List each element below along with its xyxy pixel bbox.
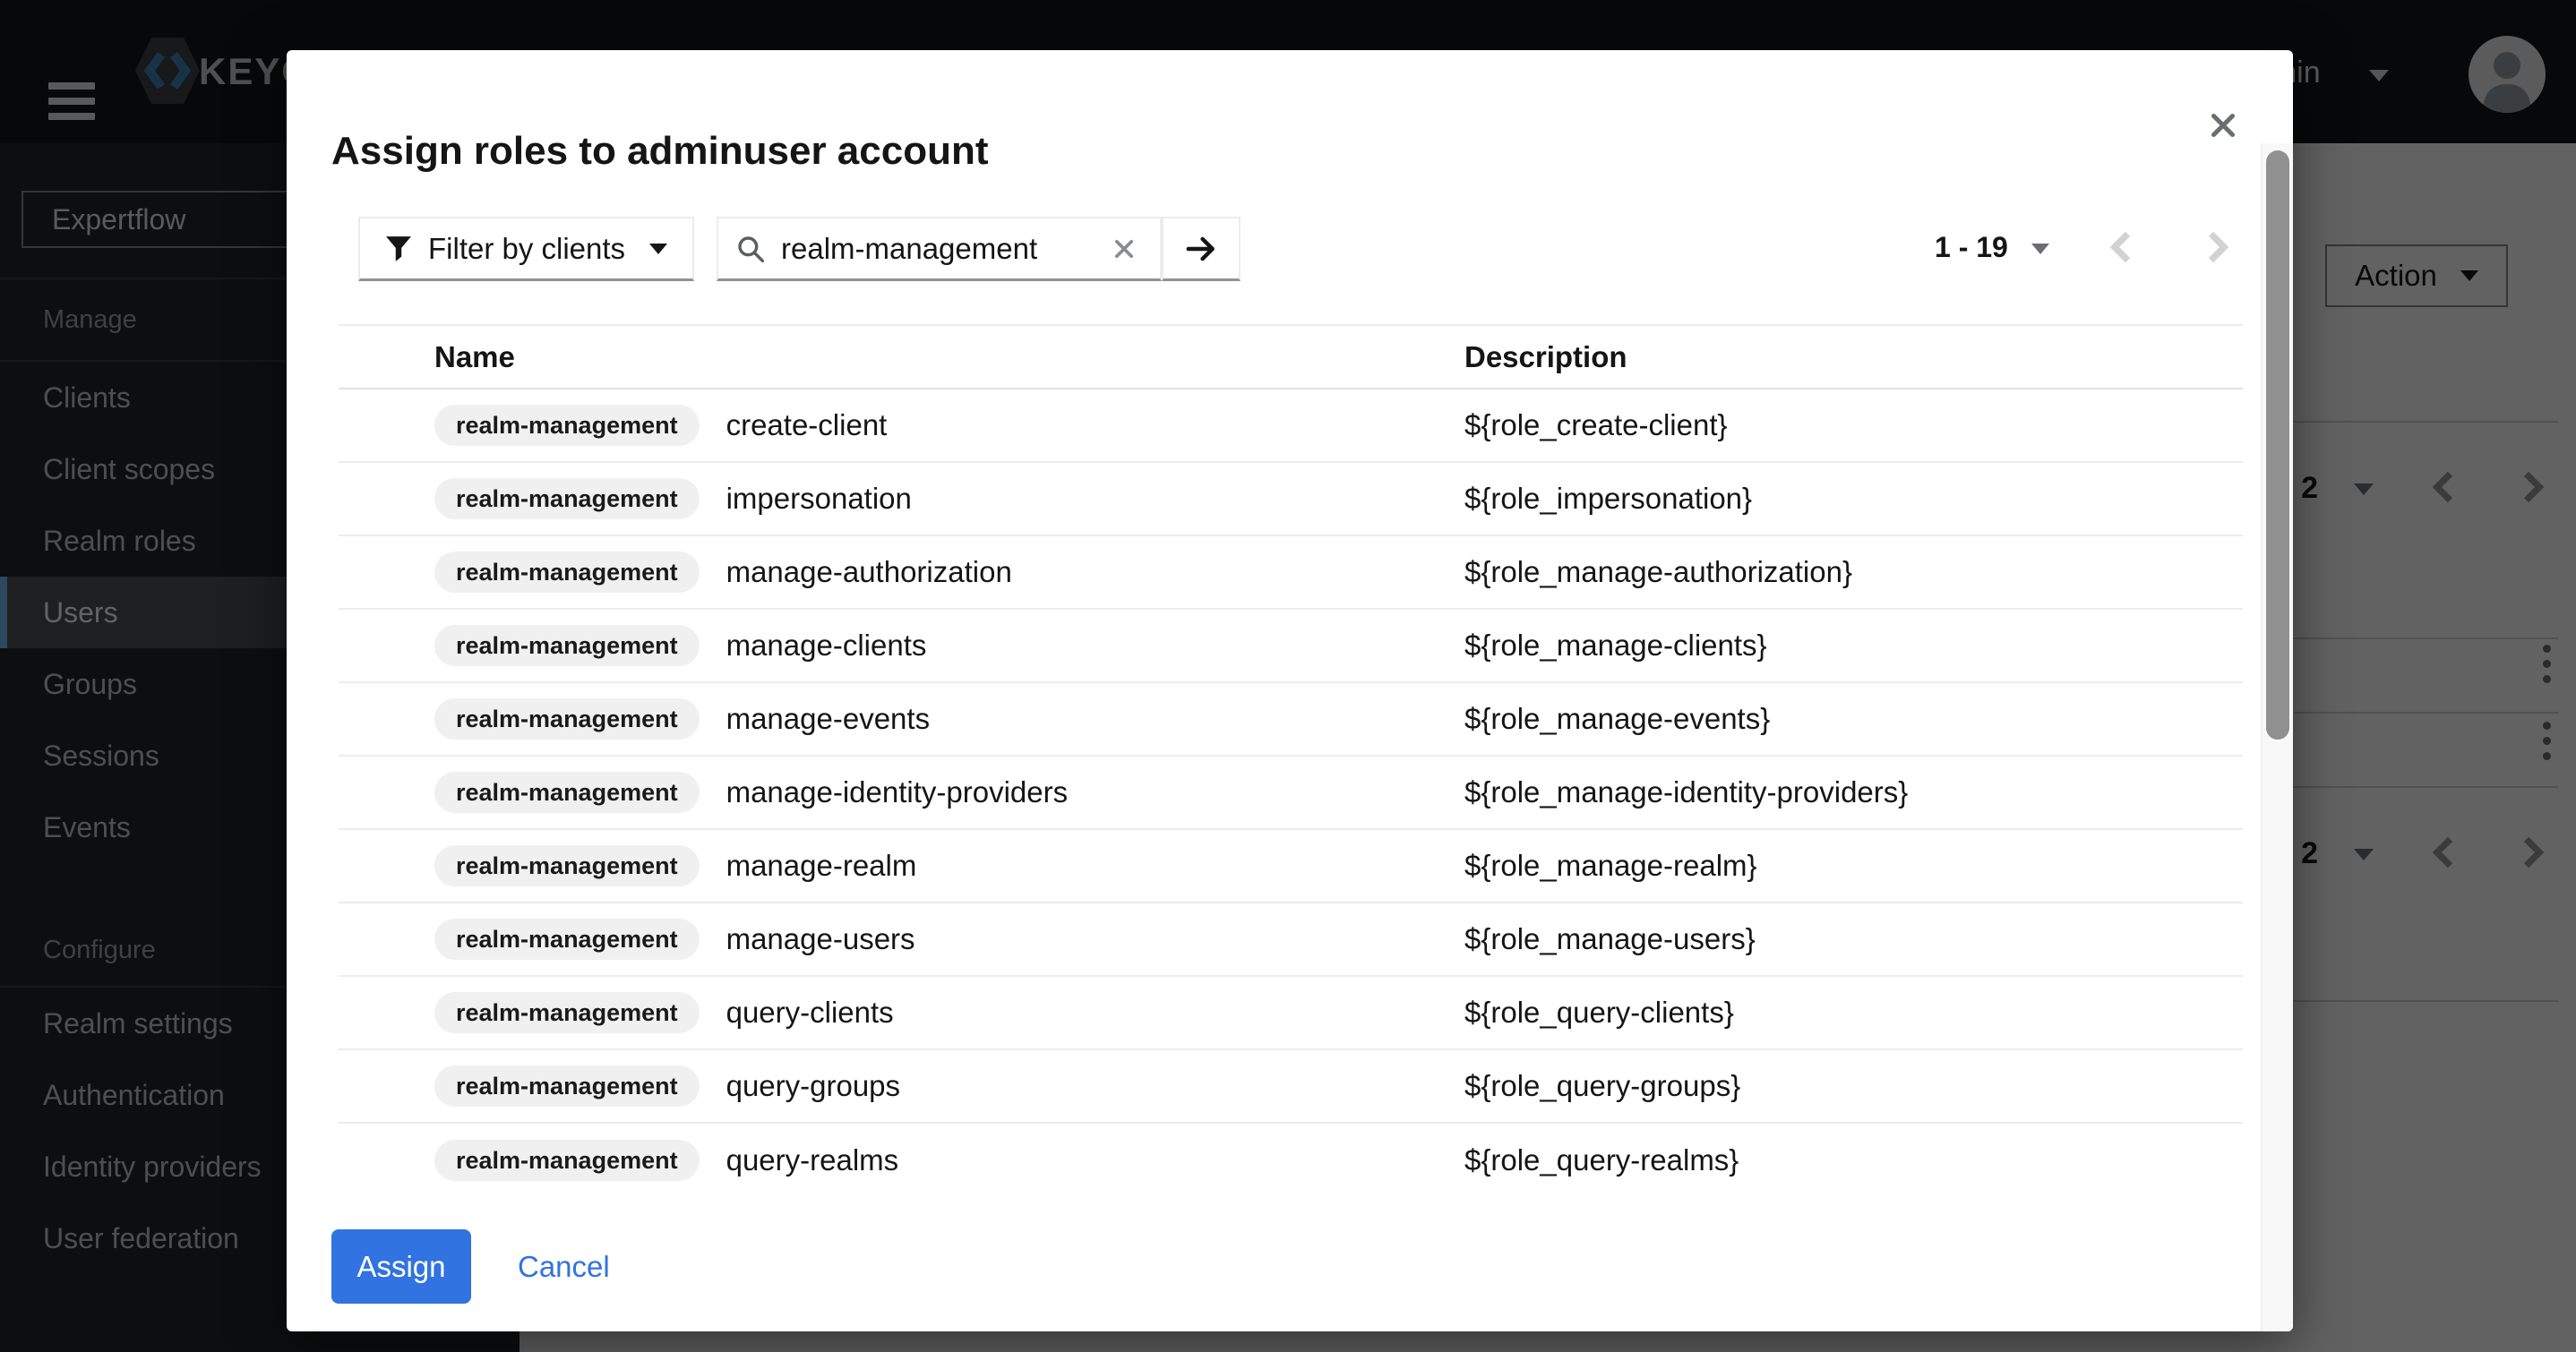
chevron-down-icon bbox=[2031, 244, 2049, 254]
filter-by-clients-dropdown[interactable]: Filter by clients bbox=[358, 217, 694, 281]
table-row: realm-management manage-identity-provide… bbox=[339, 757, 2243, 830]
column-header-name: Name bbox=[419, 340, 1464, 374]
role-name: manage-identity-providers bbox=[726, 775, 1069, 809]
table-row: realm-management create-client ${role_cr… bbox=[339, 389, 2243, 463]
table-row: realm-management query-clients ${role_qu… bbox=[339, 977, 2243, 1050]
client-badge: realm-management bbox=[434, 1140, 700, 1181]
search-submit-arrow-button[interactable] bbox=[1162, 217, 1241, 281]
role-description: ${role_manage-users} bbox=[1464, 922, 2243, 956]
role-name: manage-users bbox=[726, 922, 915, 956]
search-input[interactable] bbox=[779, 231, 1052, 267]
role-name: create-client bbox=[726, 408, 888, 442]
previous-page-button[interactable] bbox=[2103, 227, 2142, 267]
role-description: ${role_manage-clients} bbox=[1464, 629, 2243, 663]
role-name: manage-events bbox=[726, 702, 930, 736]
role-description: ${role_query-realms} bbox=[1464, 1143, 2243, 1177]
close-icon[interactable] bbox=[2202, 104, 2245, 147]
table-row: realm-management query-realms ${role_que… bbox=[339, 1124, 2243, 1197]
table-row: realm-management manage-events ${role_ma… bbox=[339, 683, 2243, 757]
search-icon bbox=[736, 235, 765, 263]
modal-pagination: 1 - 19 bbox=[1899, 217, 2257, 281]
keycloak-admin-screen: KEYCLOAK admin Expertflow Manage bbox=[0, 0, 2576, 1352]
assign-button[interactable]: Assign bbox=[331, 1229, 471, 1304]
role-name: query-clients bbox=[726, 996, 894, 1030]
client-badge: realm-management bbox=[434, 698, 700, 740]
roles-table-header: Name Description bbox=[339, 324, 2243, 389]
table-row: realm-management impersonation ${role_im… bbox=[339, 463, 2243, 536]
client-badge: realm-management bbox=[434, 625, 700, 666]
cancel-button[interactable]: Cancel bbox=[512, 1249, 615, 1285]
next-page-button[interactable] bbox=[2196, 227, 2236, 267]
role-name: manage-realm bbox=[726, 849, 917, 883]
modal-scrollbar-track bbox=[2261, 143, 2293, 1331]
table-row: realm-management query-groups ${role_que… bbox=[339, 1050, 2243, 1124]
filter-funnel-icon bbox=[385, 235, 412, 262]
client-badge: realm-management bbox=[434, 919, 700, 960]
role-description: ${role_manage-realm} bbox=[1464, 849, 2243, 883]
column-header-description: Description bbox=[1464, 340, 2243, 374]
role-name: manage-clients bbox=[726, 629, 927, 663]
table-row: realm-management manage-realm ${role_man… bbox=[339, 830, 2243, 903]
role-description: ${role_query-groups} bbox=[1464, 1069, 2243, 1103]
arrow-right-icon bbox=[1184, 232, 1218, 266]
client-badge: realm-management bbox=[434, 772, 700, 813]
filter-dropdown-label: Filter by clients bbox=[428, 232, 631, 266]
role-description: ${role_manage-identity-providers} bbox=[1464, 775, 2243, 809]
search-box bbox=[717, 217, 1162, 281]
role-description: ${role_manage-authorization} bbox=[1464, 555, 2243, 589]
roles-table-body: realm-management create-client ${role_cr… bbox=[339, 389, 2243, 1197]
client-badge: realm-management bbox=[434, 992, 700, 1033]
client-badge: realm-management bbox=[434, 845, 700, 886]
client-badge: realm-management bbox=[434, 478, 700, 519]
client-badge: realm-management bbox=[434, 552, 700, 593]
client-badge: realm-management bbox=[434, 405, 700, 446]
role-description: ${role_create-client} bbox=[1464, 408, 2243, 442]
table-row: realm-management manage-clients ${role_m… bbox=[339, 610, 2243, 683]
modal-title: Assign roles to adminuser account bbox=[331, 128, 989, 175]
role-name: query-realms bbox=[726, 1143, 899, 1177]
role-name: manage-authorization bbox=[726, 555, 1012, 589]
client-badge: realm-management bbox=[434, 1065, 700, 1107]
clear-search-icon[interactable] bbox=[1106, 235, 1142, 262]
role-description: ${role_manage-events} bbox=[1464, 702, 2243, 736]
roles-table: Name Description realm-management create… bbox=[339, 324, 2243, 1197]
role-name: impersonation bbox=[726, 482, 912, 516]
table-row: realm-management manage-users ${role_man… bbox=[339, 903, 2243, 977]
chevron-down-icon bbox=[649, 244, 667, 254]
assign-roles-modal: Assign roles to adminuser account Filter… bbox=[287, 50, 2293, 1331]
role-description: ${role_impersonation} bbox=[1464, 482, 2243, 516]
pagination-range-dropdown[interactable]: 1 - 19 bbox=[1935, 231, 2008, 264]
table-row: realm-management manage-authorization ${… bbox=[339, 536, 2243, 610]
role-name: query-groups bbox=[726, 1069, 900, 1103]
modal-scrollbar-thumb[interactable] bbox=[2266, 150, 2289, 740]
modal-footer: Assign Cancel bbox=[331, 1229, 615, 1304]
role-description: ${role_query-clients} bbox=[1464, 996, 2243, 1030]
